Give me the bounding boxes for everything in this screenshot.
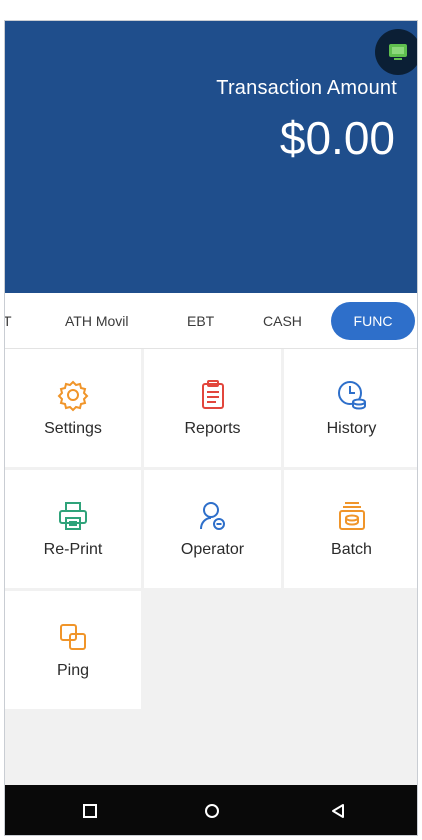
operator-label: Operator: [180, 541, 245, 558]
tab-ath-movil[interactable]: ATH Movil: [65, 293, 129, 349]
payment-tab-bar: T ATH Movil EBT CASH FUNC: [5, 293, 417, 349]
reprint-label: Re-Print: [43, 541, 103, 558]
square-recents-icon: [83, 804, 97, 818]
triangle-back-icon: [332, 804, 344, 818]
circle-home-icon: [205, 804, 219, 818]
reports-button[interactable]: Reports: [144, 349, 281, 467]
reports-label: Reports: [184, 420, 241, 437]
transaction-amount-value: $0.00: [279, 112, 395, 164]
tab-func[interactable]: FUNC: [331, 302, 415, 340]
batch-icon: [338, 502, 365, 530]
clock-coins-icon: [337, 381, 366, 410]
ping-icon: [60, 624, 86, 650]
pos-screen: Transaction Amount $0.00 T ATH Movil EBT…: [4, 20, 418, 836]
settings-button[interactable]: Settings: [5, 349, 141, 467]
batch-button[interactable]: Batch: [284, 470, 417, 588]
printer-icon: [59, 502, 87, 530]
operator-button[interactable]: Operator: [144, 470, 281, 588]
ping-label: Ping: [56, 662, 90, 679]
tab-partial[interactable]: T: [5, 293, 12, 349]
operator-icon: [199, 502, 225, 530]
settings-label: Settings: [44, 420, 102, 437]
tab-ebt[interactable]: EBT: [187, 293, 214, 349]
terminal-status-indicator[interactable]: [375, 29, 417, 75]
back-button[interactable]: [325, 798, 351, 824]
android-nav-bar: [5, 785, 417, 835]
clipboard-icon: [201, 380, 224, 409]
reprint-button[interactable]: Re-Print: [5, 470, 141, 588]
transaction-amount-label: Transaction Amount: [216, 77, 397, 99]
ping-button[interactable]: Ping: [5, 591, 141, 709]
tab-cash[interactable]: CASH: [263, 293, 302, 349]
transaction-header: Transaction Amount $0.00: [5, 21, 417, 293]
recents-button[interactable]: [77, 798, 103, 824]
function-grid: Settings Reports History Re-Print Operat…: [5, 349, 417, 785]
home-button[interactable]: [199, 798, 225, 824]
terminal-icon: [389, 44, 407, 60]
history-button[interactable]: History: [284, 349, 417, 467]
gear-icon: [57, 380, 89, 412]
history-label: History: [326, 420, 377, 437]
batch-label: Batch: [331, 541, 372, 558]
